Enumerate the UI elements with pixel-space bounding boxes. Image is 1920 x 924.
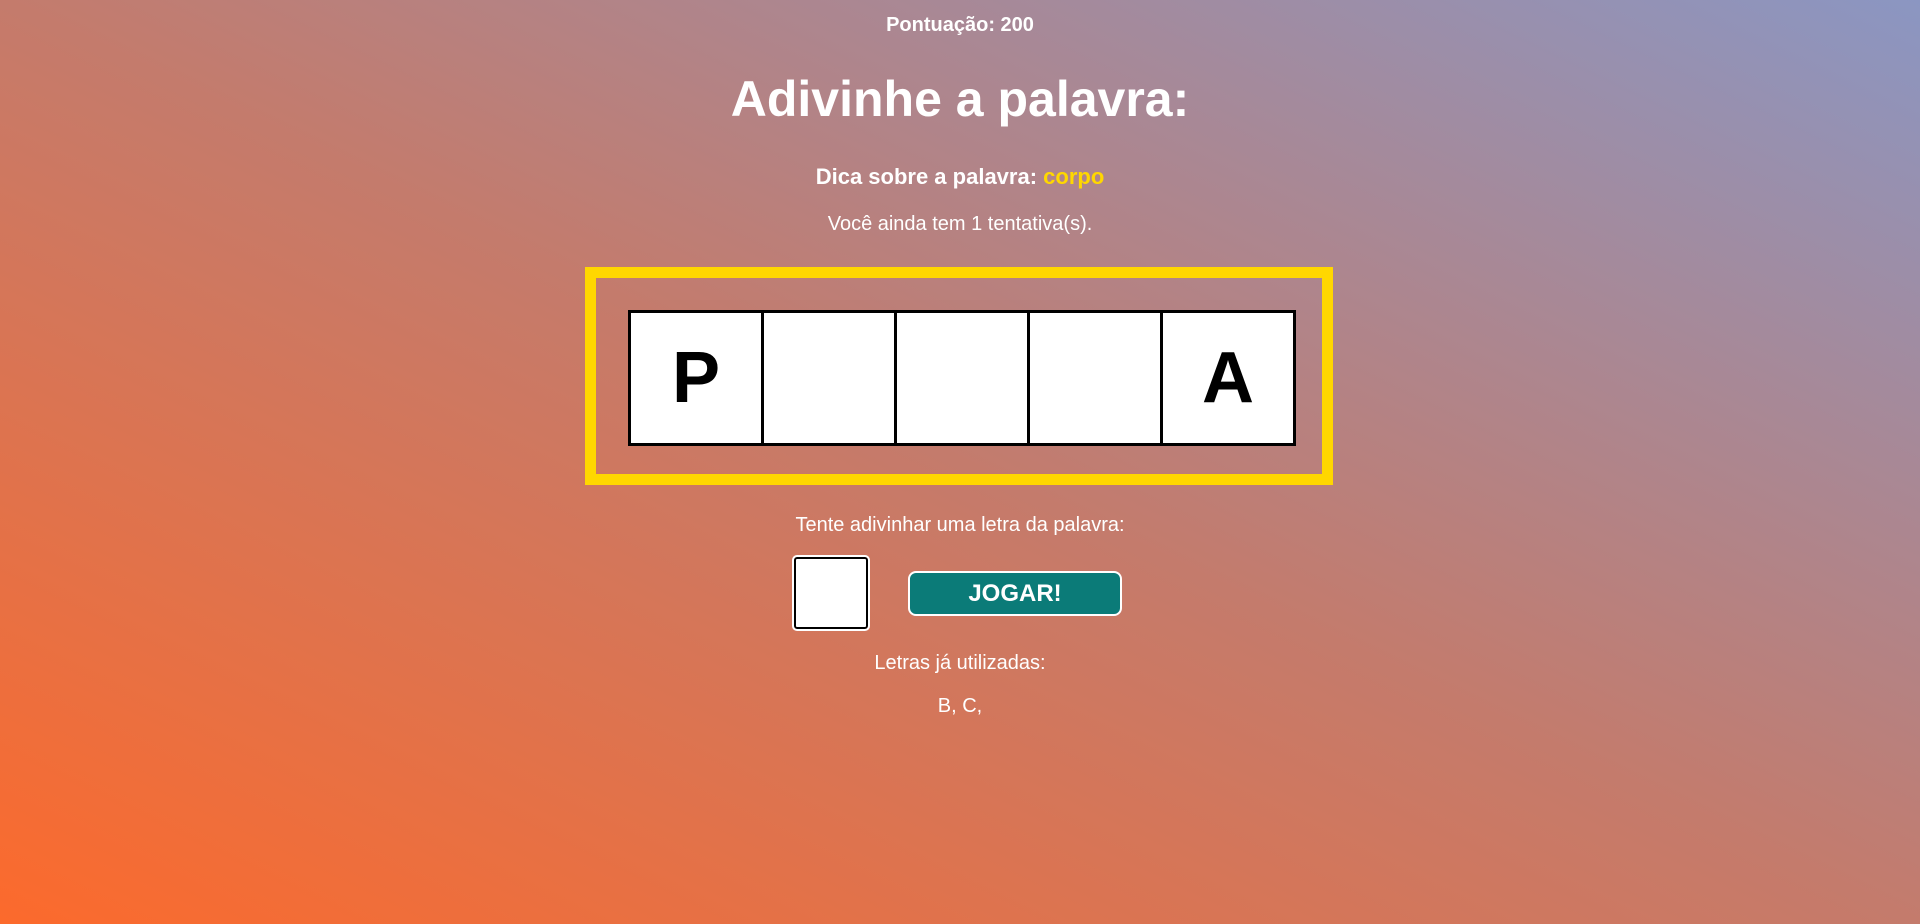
play-button[interactable]: JOGAR! (908, 571, 1122, 616)
word-hint: Dica sobre a palavra: corpo (0, 164, 1920, 190)
letter-slot: A (1160, 310, 1296, 446)
word-slots: P A (628, 310, 1296, 446)
score-label: Pontuação: (886, 14, 995, 36)
attempts-remaining: Você ainda tem 1 tentativa(s). (827, 213, 1093, 235)
game-page: Pontuação: 200 Adivinhe a palavra: Dica … (0, 0, 1920, 924)
letter-slot (761, 310, 897, 446)
letter-slot (894, 310, 1030, 446)
letter-input[interactable] (792, 555, 870, 631)
hint-value: corpo (1043, 164, 1105, 189)
page-title: Adivinhe a palavra: (730, 71, 1190, 127)
score-display: Pontuação: 200 (0, 14, 1920, 37)
letter-slot (1027, 310, 1163, 446)
letter-slot: P (628, 310, 764, 446)
score-value: 200 (1000, 14, 1034, 36)
used-letters-list: B, C, (937, 695, 983, 717)
guess-prompt: Tente adivinhar uma letra da palavra: (795, 514, 1125, 536)
hint-label: Dica sobre a palavra: (815, 164, 1038, 189)
used-letters-label: Letras já utilizadas: (874, 652, 1046, 674)
